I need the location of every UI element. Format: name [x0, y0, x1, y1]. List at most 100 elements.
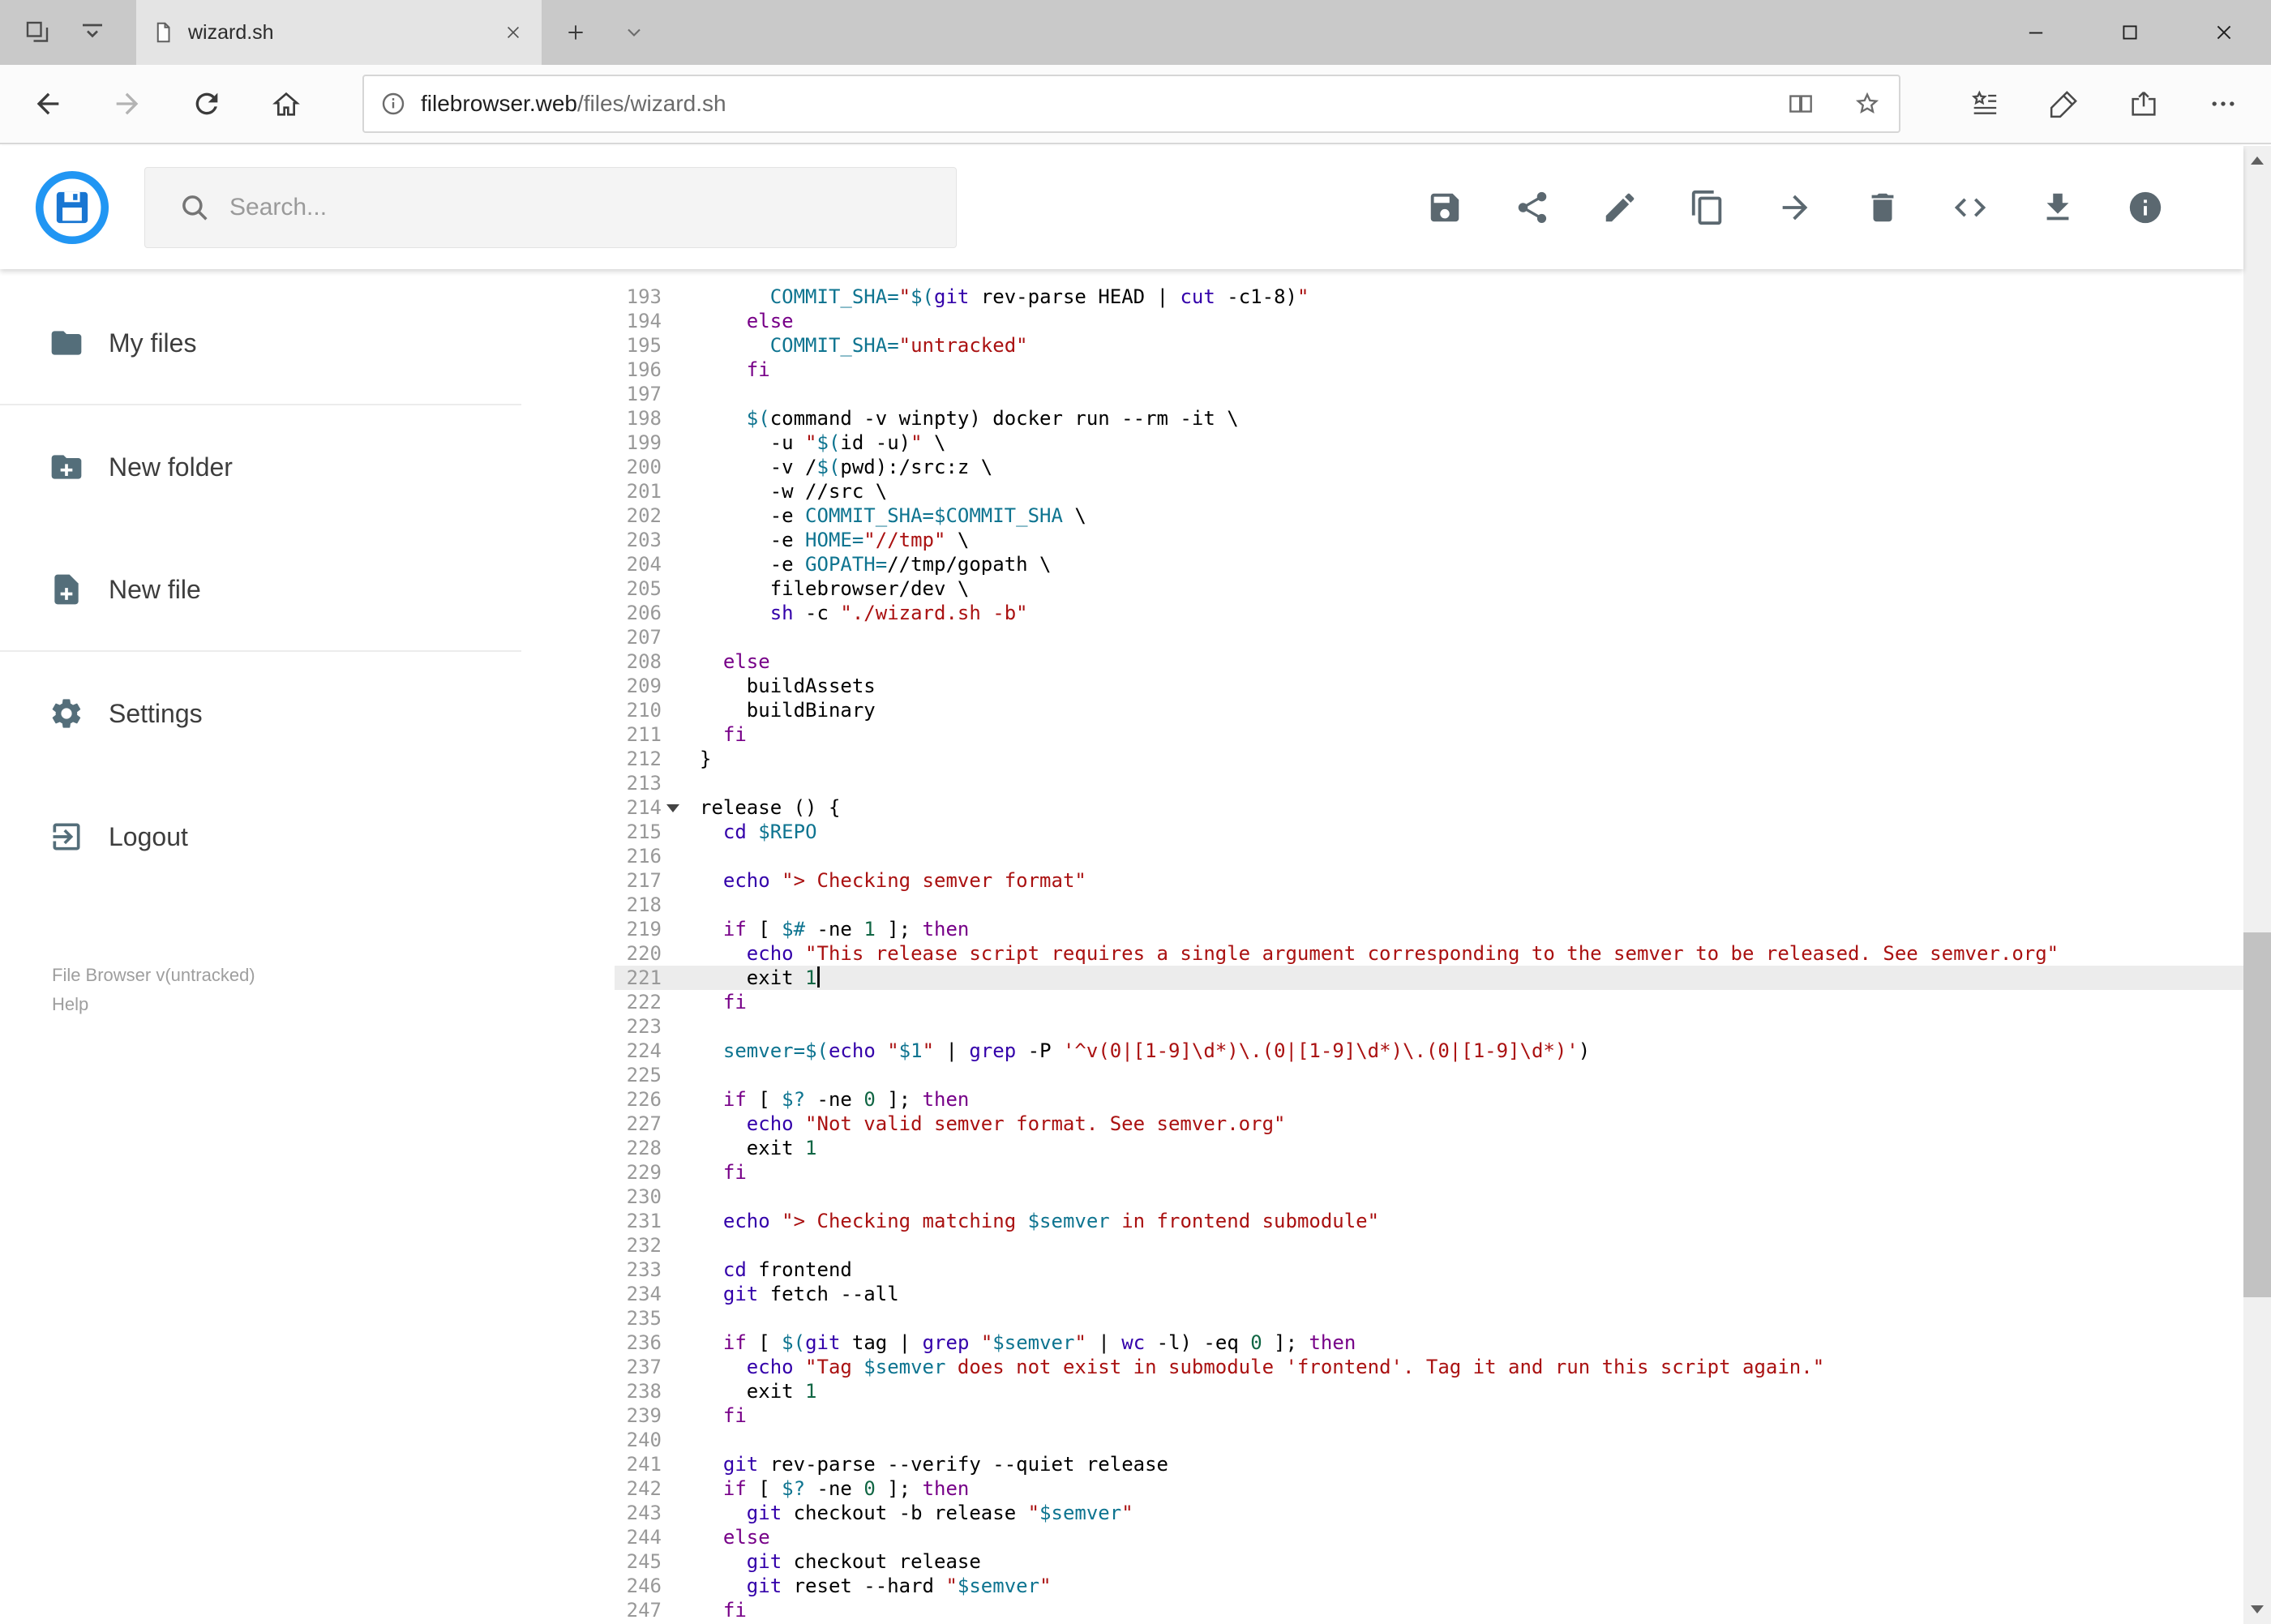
help-link[interactable]: Help: [52, 990, 255, 1019]
info-button[interactable]: [2127, 189, 2164, 226]
fold-arrow-icon[interactable]: [666, 804, 679, 812]
home-button[interactable]: [246, 65, 326, 143]
code-line[interactable]: 222 fi: [615, 990, 2243, 1014]
save-button[interactable]: [1426, 189, 1463, 226]
code-line[interactable]: 212}: [615, 747, 2243, 771]
code-line[interactable]: 211 fi: [615, 722, 2243, 747]
code-line[interactable]: 228 exit 1: [615, 1136, 2243, 1160]
code-line[interactable]: 221 exit 1: [615, 966, 2243, 990]
hub-favorites-button[interactable]: [1945, 65, 2025, 143]
code-line[interactable]: 244 else: [615, 1525, 2243, 1549]
back-button[interactable]: [8, 65, 88, 143]
favorite-star-icon[interactable]: [1852, 88, 1883, 119]
copy-button[interactable]: [1689, 189, 1726, 226]
more-options-button[interactable]: [2183, 65, 2263, 143]
minimize-button[interactable]: [1989, 0, 2083, 65]
page-info-icon[interactable]: [379, 89, 408, 118]
code-line[interactable]: 219 if [ $# -ne 1 ]; then: [615, 917, 2243, 941]
scroll-down-button[interactable]: [2243, 1595, 2271, 1624]
sidebar-item-new-folder[interactable]: New folder: [0, 405, 521, 529]
code-line[interactable]: 213: [615, 771, 2243, 795]
set-tabs-aside-button[interactable]: [16, 0, 58, 65]
code-line[interactable]: 200 -v /$(pwd):/src:z \: [615, 455, 2243, 479]
code-line[interactable]: 234 git fetch --all: [615, 1282, 2243, 1306]
code-editor[interactable]: 193 COMMIT_SHA="$(git rev-parse HEAD | c…: [615, 269, 2243, 1624]
tab-close-button[interactable]: [499, 19, 527, 46]
code-text: semver=$(echo "$1" | grep -P '^v(0|[1-9]…: [722, 1039, 1591, 1062]
code-line[interactable]: 241 git rev-parse --verify --quiet relea…: [615, 1452, 2243, 1476]
page-scrollbar[interactable]: [2243, 146, 2271, 1624]
code-line[interactable]: 204 -e GOPATH=//tmp/gopath \: [615, 552, 2243, 576]
sidebar-item-new-file[interactable]: New file: [0, 529, 521, 652]
code-line[interactable]: 217 echo "> Checking semver format": [615, 868, 2243, 893]
scrollbar-thumb[interactable]: [2243, 932, 2271, 1297]
browser-tab[interactable]: wizard.sh: [136, 0, 542, 65]
code-line[interactable]: 247 fi: [615, 1598, 2243, 1622]
rename-button[interactable]: [1601, 189, 1639, 226]
code-line[interactable]: 233 cd frontend: [615, 1258, 2243, 1282]
code-line[interactable]: 220 echo "This release script requires a…: [615, 941, 2243, 966]
code-line[interactable]: 226 if [ $? -ne 0 ]; then: [615, 1087, 2243, 1112]
code-line[interactable]: 231 echo "> Checking matching $semver in…: [615, 1209, 2243, 1233]
code-line[interactable]: 207: [615, 625, 2243, 649]
code-line[interactable]: 209 buildAssets: [615, 674, 2243, 698]
code-line[interactable]: 240: [615, 1428, 2243, 1452]
download-button[interactable]: [2039, 189, 2076, 226]
code-line[interactable]: 242 if [ $? -ne 0 ]; then: [615, 1476, 2243, 1501]
code-line[interactable]: 245 git checkout release: [615, 1549, 2243, 1574]
code-line[interactable]: 236 if [ $(git tag | grep "$semver" | wc…: [615, 1330, 2243, 1355]
code-line[interactable]: 235: [615, 1306, 2243, 1330]
code-line[interactable]: 195 COMMIT_SHA="untracked": [615, 333, 2243, 358]
code-line[interactable]: 202 -e COMMIT_SHA=$COMMIT_SHA \: [615, 503, 2243, 528]
code-line[interactable]: 223: [615, 1014, 2243, 1039]
code-line[interactable]: 199 -u "$(id -u)" \: [615, 431, 2243, 455]
code-line[interactable]: 227 echo "Not valid semver format. See s…: [615, 1112, 2243, 1136]
code-line[interactable]: 216: [615, 844, 2243, 868]
new-tab-button[interactable]: [553, 0, 598, 65]
code-line[interactable]: 205 filebrowser/dev \: [615, 576, 2243, 601]
code-line[interactable]: 238 exit 1: [615, 1379, 2243, 1403]
code-line[interactable]: 237 echo "Tag $semver does not exist in …: [615, 1355, 2243, 1379]
move-button[interactable]: [1776, 189, 1814, 226]
code-line[interactable]: 193 COMMIT_SHA="$(git rev-parse HEAD | c…: [615, 285, 2243, 309]
scroll-up-button[interactable]: [2243, 146, 2271, 175]
web-notes-button[interactable]: [2025, 65, 2104, 143]
reading-view-icon[interactable]: [1785, 88, 1816, 119]
search-box[interactable]: [144, 167, 957, 248]
code-line[interactable]: 194 else: [615, 309, 2243, 333]
code-line[interactable]: 218: [615, 893, 2243, 917]
code-line[interactable]: 246 git reset --hard "$semver": [615, 1574, 2243, 1598]
delete-button[interactable]: [1864, 189, 1901, 226]
code-line[interactable]: 232: [615, 1233, 2243, 1258]
refresh-button[interactable]: [167, 65, 246, 143]
code-line[interactable]: 208 else: [615, 649, 2243, 674]
code-line[interactable]: 210 buildBinary: [615, 698, 2243, 722]
tab-list-button[interactable]: [615, 0, 653, 65]
raw-view-button[interactable]: [1952, 189, 1989, 226]
address-bar[interactable]: filebrowser.web/files/wizard.sh: [362, 75, 1900, 133]
code-line[interactable]: 196 fi: [615, 358, 2243, 382]
search-input[interactable]: [229, 194, 956, 221]
code-line[interactable]: 214 release () {: [615, 795, 2243, 820]
code-line[interactable]: 201 -w //src \: [615, 479, 2243, 503]
code-line[interactable]: 230: [615, 1185, 2243, 1209]
code-line[interactable]: 197: [615, 382, 2243, 406]
code-line[interactable]: 203 -e HOME="//tmp" \: [615, 528, 2243, 552]
close-window-button[interactable]: [2177, 0, 2271, 65]
share-page-button[interactable]: [2104, 65, 2183, 143]
code-line[interactable]: 224 semver=$(echo "$1" | grep -P '^v(0|[…: [615, 1039, 2243, 1063]
tab-preview-button[interactable]: [71, 0, 114, 65]
maximize-button[interactable]: [2083, 0, 2177, 65]
sidebar-item-settings[interactable]: Settings: [0, 652, 521, 775]
sidebar-item-my-files[interactable]: My files: [0, 282, 521, 405]
sidebar-item-logout[interactable]: Logout: [0, 775, 521, 898]
code-line[interactable]: 215 cd $REPO: [615, 820, 2243, 844]
code-line[interactable]: 225: [615, 1063, 2243, 1087]
share-button[interactable]: [1514, 189, 1551, 226]
code-line[interactable]: 206 sh -c "./wizard.sh -b": [615, 601, 2243, 625]
code-line[interactable]: 239 fi: [615, 1403, 2243, 1428]
code-line[interactable]: 243 git checkout -b release "$semver": [615, 1501, 2243, 1525]
code-line[interactable]: 198 $(command -v winpty) docker run --rm…: [615, 406, 2243, 431]
forward-button[interactable]: [88, 65, 167, 143]
code-line[interactable]: 229 fi: [615, 1160, 2243, 1185]
